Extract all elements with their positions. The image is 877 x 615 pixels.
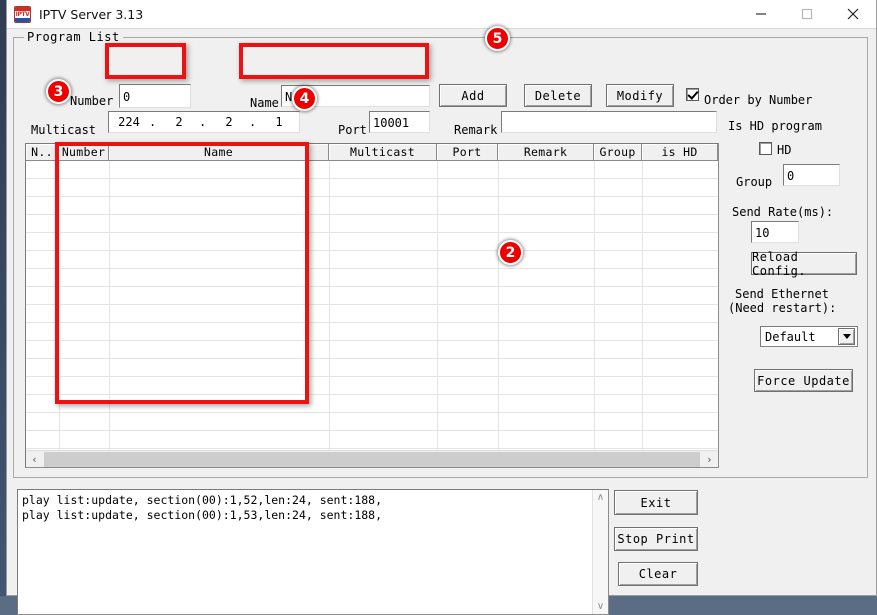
force-update-button[interactable]: Force Update xyxy=(754,369,853,392)
application-window: IPTV IPTV Server 3.13 Program List Numbe… xyxy=(6,0,877,596)
stop-print-button[interactable]: Stop Print xyxy=(614,527,698,551)
is-hd-program-label: Is HD program xyxy=(728,119,822,133)
log-text: play list:update, section(00):1,52,len:2… xyxy=(18,490,592,614)
multicast-label: Multicast xyxy=(31,123,96,137)
exit-button[interactable]: Exit xyxy=(614,490,698,515)
remark-input[interactable] xyxy=(501,111,717,133)
table-column-header[interactable]: Port xyxy=(437,144,498,161)
table-row[interactable] xyxy=(26,341,718,359)
ethernet-select[interactable]: Default xyxy=(760,326,858,347)
multicast-octet-4[interactable]: 1 xyxy=(259,114,299,130)
program-list-legend: Program List xyxy=(24,30,123,44)
window-title: IPTV Server 3.13 xyxy=(39,7,738,22)
group-label: Group xyxy=(736,175,772,189)
log-panel[interactable]: play list:update, section(00):1,52,len:2… xyxy=(17,489,609,615)
name-input[interactable] xyxy=(281,85,430,107)
program-list-groupbox: Program List Number Name Add Delete Modi… xyxy=(13,37,868,478)
log-vertical-scrollbar[interactable]: ∧ ∨ xyxy=(592,490,608,614)
table-row[interactable] xyxy=(26,251,718,269)
title-bar: IPTV IPTV Server 3.13 xyxy=(7,0,876,29)
table-column-header[interactable]: Multicast xyxy=(329,144,437,161)
port-label: Port xyxy=(338,123,367,137)
table-row[interactable] xyxy=(26,161,718,179)
add-button[interactable]: Add xyxy=(439,84,507,107)
reload-config-button[interactable]: Reload Config. xyxy=(751,252,857,275)
port-input[interactable] xyxy=(369,111,430,133)
table-column-header[interactable]: is HD xyxy=(642,144,718,161)
multicast-dot-1: . xyxy=(149,114,159,130)
scroll-left-icon[interactable]: ‹ xyxy=(26,451,43,468)
table-row[interactable] xyxy=(26,413,718,431)
hd-checkbox[interactable] xyxy=(759,142,772,155)
send-rate-input[interactable] xyxy=(751,221,799,243)
multicast-octet-1[interactable]: 224 xyxy=(109,114,149,130)
clear-button[interactable]: Clear xyxy=(618,562,698,586)
send-rate-label: Send Rate(ms): xyxy=(732,205,833,219)
table-row[interactable] xyxy=(26,287,718,305)
close-button[interactable] xyxy=(830,0,876,29)
table-row[interactable] xyxy=(26,431,718,449)
maximize-button[interactable] xyxy=(784,0,830,29)
table-row[interactable] xyxy=(26,233,718,251)
table-row[interactable] xyxy=(26,215,718,233)
multicast-dot-2: . xyxy=(199,114,209,130)
scroll-right-icon[interactable]: › xyxy=(701,451,718,468)
log-scroll-down-icon[interactable]: ∨ xyxy=(597,601,604,612)
table-row[interactable] xyxy=(26,395,718,413)
table-column-header[interactable]: Group xyxy=(594,144,642,161)
multicast-octet-3[interactable]: 2 xyxy=(209,114,249,130)
minimize-button[interactable] xyxy=(738,0,784,29)
send-ethernet-label-line2: (Need restart): xyxy=(728,301,836,315)
table-row[interactable] xyxy=(26,323,718,341)
table-row[interactable] xyxy=(26,377,718,395)
order-by-number-checkbox[interactable] xyxy=(686,88,699,101)
modify-button[interactable]: Modify xyxy=(606,84,674,107)
remark-label: Remark xyxy=(454,123,497,137)
table-row[interactable] xyxy=(26,197,718,215)
program-table[interactable]: N..NumberNameMulticastPortRemarkGroupis … xyxy=(25,143,719,468)
order-by-number-label: Order by Number xyxy=(704,93,812,107)
client-area: Program List Number Name Add Delete Modi… xyxy=(7,29,876,595)
number-label: Number xyxy=(70,94,113,108)
table-row[interactable] xyxy=(26,305,718,323)
ethernet-selected-value: Default xyxy=(761,330,838,344)
table-column-header[interactable]: Number xyxy=(59,144,109,161)
send-ethernet-label-line1: Send Ethernet xyxy=(735,287,829,301)
number-input[interactable] xyxy=(119,84,191,108)
table-row[interactable] xyxy=(26,179,718,197)
table-row[interactable] xyxy=(26,359,718,377)
delete-button[interactable]: Delete xyxy=(524,84,592,107)
log-scroll-up-icon[interactable]: ∧ xyxy=(597,492,604,503)
group-input[interactable] xyxy=(783,164,840,186)
table-body[interactable] xyxy=(26,161,718,451)
multicast-dot-3: . xyxy=(249,114,259,130)
table-row[interactable] xyxy=(26,269,718,287)
table-column-header[interactable]: Name xyxy=(109,144,329,161)
table-horizontal-scrollbar[interactable]: ‹ › xyxy=(26,450,718,467)
table-column-header[interactable]: N.. xyxy=(26,144,59,161)
multicast-address-field[interactable]: 224 . 2 . 2 . 1 xyxy=(108,111,300,133)
table-header-row: N..NumberNameMulticastPortRemarkGroupis … xyxy=(26,144,718,161)
table-column-header[interactable]: Remark xyxy=(498,144,594,161)
app-icon: IPTV xyxy=(14,6,31,23)
multicast-octet-2[interactable]: 2 xyxy=(159,114,199,130)
hd-label: HD xyxy=(777,143,791,157)
chevron-down-icon[interactable] xyxy=(838,328,855,345)
name-label: Name xyxy=(250,96,279,110)
scroll-thumb[interactable] xyxy=(44,452,700,467)
